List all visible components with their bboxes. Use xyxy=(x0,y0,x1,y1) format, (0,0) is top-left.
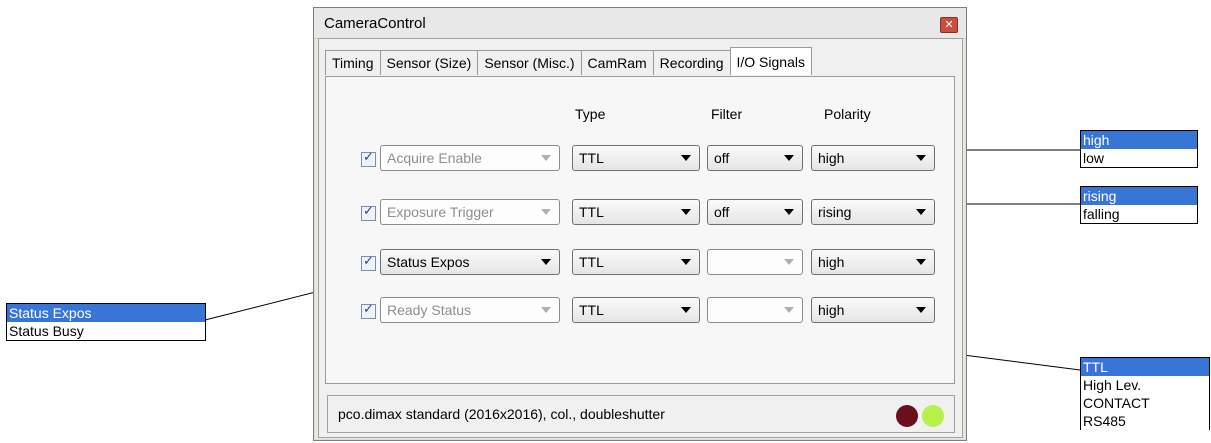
option-rs485[interactable]: RS485 xyxy=(1081,412,1209,430)
chevron-down-icon xyxy=(916,307,926,313)
filter-select-ready-status[interactable] xyxy=(707,297,803,323)
type-value: TTL xyxy=(579,150,604,166)
type-value: TTL xyxy=(579,254,604,270)
option-status-busy[interactable]: Status Busy xyxy=(7,322,205,340)
chevron-down-icon xyxy=(541,155,551,161)
polarity-edge-options-list: rising falling xyxy=(1080,186,1198,224)
chevron-down-icon xyxy=(681,307,691,313)
dialog-body: Timing Sensor (Size) Sensor (Misc.) CamR… xyxy=(318,38,963,438)
type-options-list: TTL High Lev. CONTACT RS485 xyxy=(1080,357,1210,430)
option-contact[interactable]: CONTACT xyxy=(1081,394,1209,412)
signal-checkbox-exposure-trigger[interactable] xyxy=(361,204,376,221)
chevron-down-icon xyxy=(784,209,794,215)
column-header-type: Type xyxy=(575,106,606,122)
signal-checkbox-ready-status[interactable] xyxy=(361,302,376,319)
chevron-down-icon xyxy=(784,155,794,161)
title-bar: CameraControl ✕ xyxy=(314,8,966,39)
tab-recording[interactable]: Recording xyxy=(652,50,730,75)
chevron-down-icon xyxy=(541,307,551,313)
filter-value: off xyxy=(714,204,730,220)
polarity-options-list: high low xyxy=(1080,130,1198,168)
tab-strip: Timing Sensor (Size) Sensor (Misc.) CamR… xyxy=(325,47,812,76)
filter-select-status-expos[interactable] xyxy=(707,249,803,275)
option-high[interactable]: high xyxy=(1081,131,1197,149)
option-ttl[interactable]: TTL xyxy=(1081,358,1209,376)
polarity-select-acquire-enable[interactable]: high xyxy=(811,145,935,171)
status-led-red xyxy=(896,405,918,427)
chevron-down-icon xyxy=(916,259,926,265)
polarity-value: high xyxy=(818,254,845,270)
chevron-down-icon xyxy=(541,259,551,265)
option-falling[interactable]: falling xyxy=(1081,205,1197,223)
io-signals-panel xyxy=(325,76,955,384)
chevron-down-icon xyxy=(916,209,926,215)
type-select-exposure-trigger[interactable]: TTL xyxy=(572,199,700,225)
camera-description: pco.dimax standard (2016x2016), col., do… xyxy=(338,406,665,422)
camera-control-window: CameraControl ✕ Timing Sensor (Size) Sen… xyxy=(313,7,967,441)
chevron-down-icon xyxy=(681,155,691,161)
signal-name-value: Ready Status xyxy=(387,302,472,318)
chevron-down-icon xyxy=(541,209,551,215)
chevron-down-icon xyxy=(681,259,691,265)
signal-name-select-status-expos[interactable]: Status Expos xyxy=(380,249,560,275)
window-title: CameraControl xyxy=(324,15,426,32)
option-rising[interactable]: rising xyxy=(1081,187,1197,205)
status-signal-options-list: Status Expos Status Busy xyxy=(6,303,206,341)
chevron-down-icon xyxy=(784,307,794,313)
filter-select-acquire-enable[interactable]: off xyxy=(707,145,803,171)
polarity-select-ready-status[interactable]: high xyxy=(811,297,935,323)
option-high-lev[interactable]: High Lev. xyxy=(1081,376,1209,394)
signal-name-value: Exposure Trigger xyxy=(387,204,494,220)
tab-camram[interactable]: CamRam xyxy=(580,50,653,75)
signal-checkbox-acquire-enable[interactable] xyxy=(361,150,376,167)
signal-checkbox-status-expos[interactable] xyxy=(361,254,376,271)
column-header-filter: Filter xyxy=(711,106,743,122)
filter-value: off xyxy=(714,150,730,166)
close-button[interactable]: ✕ xyxy=(940,17,958,33)
option-status-expos[interactable]: Status Expos xyxy=(7,304,205,322)
type-select-acquire-enable[interactable]: TTL xyxy=(572,145,700,171)
column-header-polarity: Polarity xyxy=(824,106,871,122)
signal-name-select-exposure-trigger[interactable]: Exposure Trigger xyxy=(380,199,560,225)
signal-name-value: Status Expos xyxy=(387,254,470,270)
tab-sensor-misc[interactable]: Sensor (Misc.) xyxy=(477,50,581,75)
tab-sensor-size[interactable]: Sensor (Size) xyxy=(379,50,478,75)
type-value: TTL xyxy=(579,302,604,318)
polarity-value: rising xyxy=(818,204,852,220)
status-bar: pco.dimax standard (2016x2016), col., do… xyxy=(327,395,955,433)
polarity-value: high xyxy=(818,302,845,318)
signal-name-select-acquire-enable[interactable]: Acquire Enable xyxy=(380,145,560,171)
type-select-ready-status[interactable]: TTL xyxy=(572,297,700,323)
status-led-green xyxy=(922,405,944,427)
chevron-down-icon xyxy=(916,155,926,161)
signal-name-select-ready-status[interactable]: Ready Status xyxy=(380,297,560,323)
type-select-status-expos[interactable]: TTL xyxy=(572,249,700,275)
chevron-down-icon xyxy=(681,209,691,215)
filter-select-exposure-trigger[interactable]: off xyxy=(707,199,803,225)
type-value: TTL xyxy=(579,204,604,220)
polarity-value: high xyxy=(818,150,845,166)
signal-name-value: Acquire Enable xyxy=(387,150,482,166)
polarity-select-exposure-trigger[interactable]: rising xyxy=(811,199,935,225)
chevron-down-icon xyxy=(784,259,794,265)
option-low[interactable]: low xyxy=(1081,149,1197,167)
tab-timing[interactable]: Timing xyxy=(325,50,380,75)
tab-io-signals[interactable]: I/O Signals xyxy=(729,47,812,75)
polarity-select-status-expos[interactable]: high xyxy=(811,249,935,275)
